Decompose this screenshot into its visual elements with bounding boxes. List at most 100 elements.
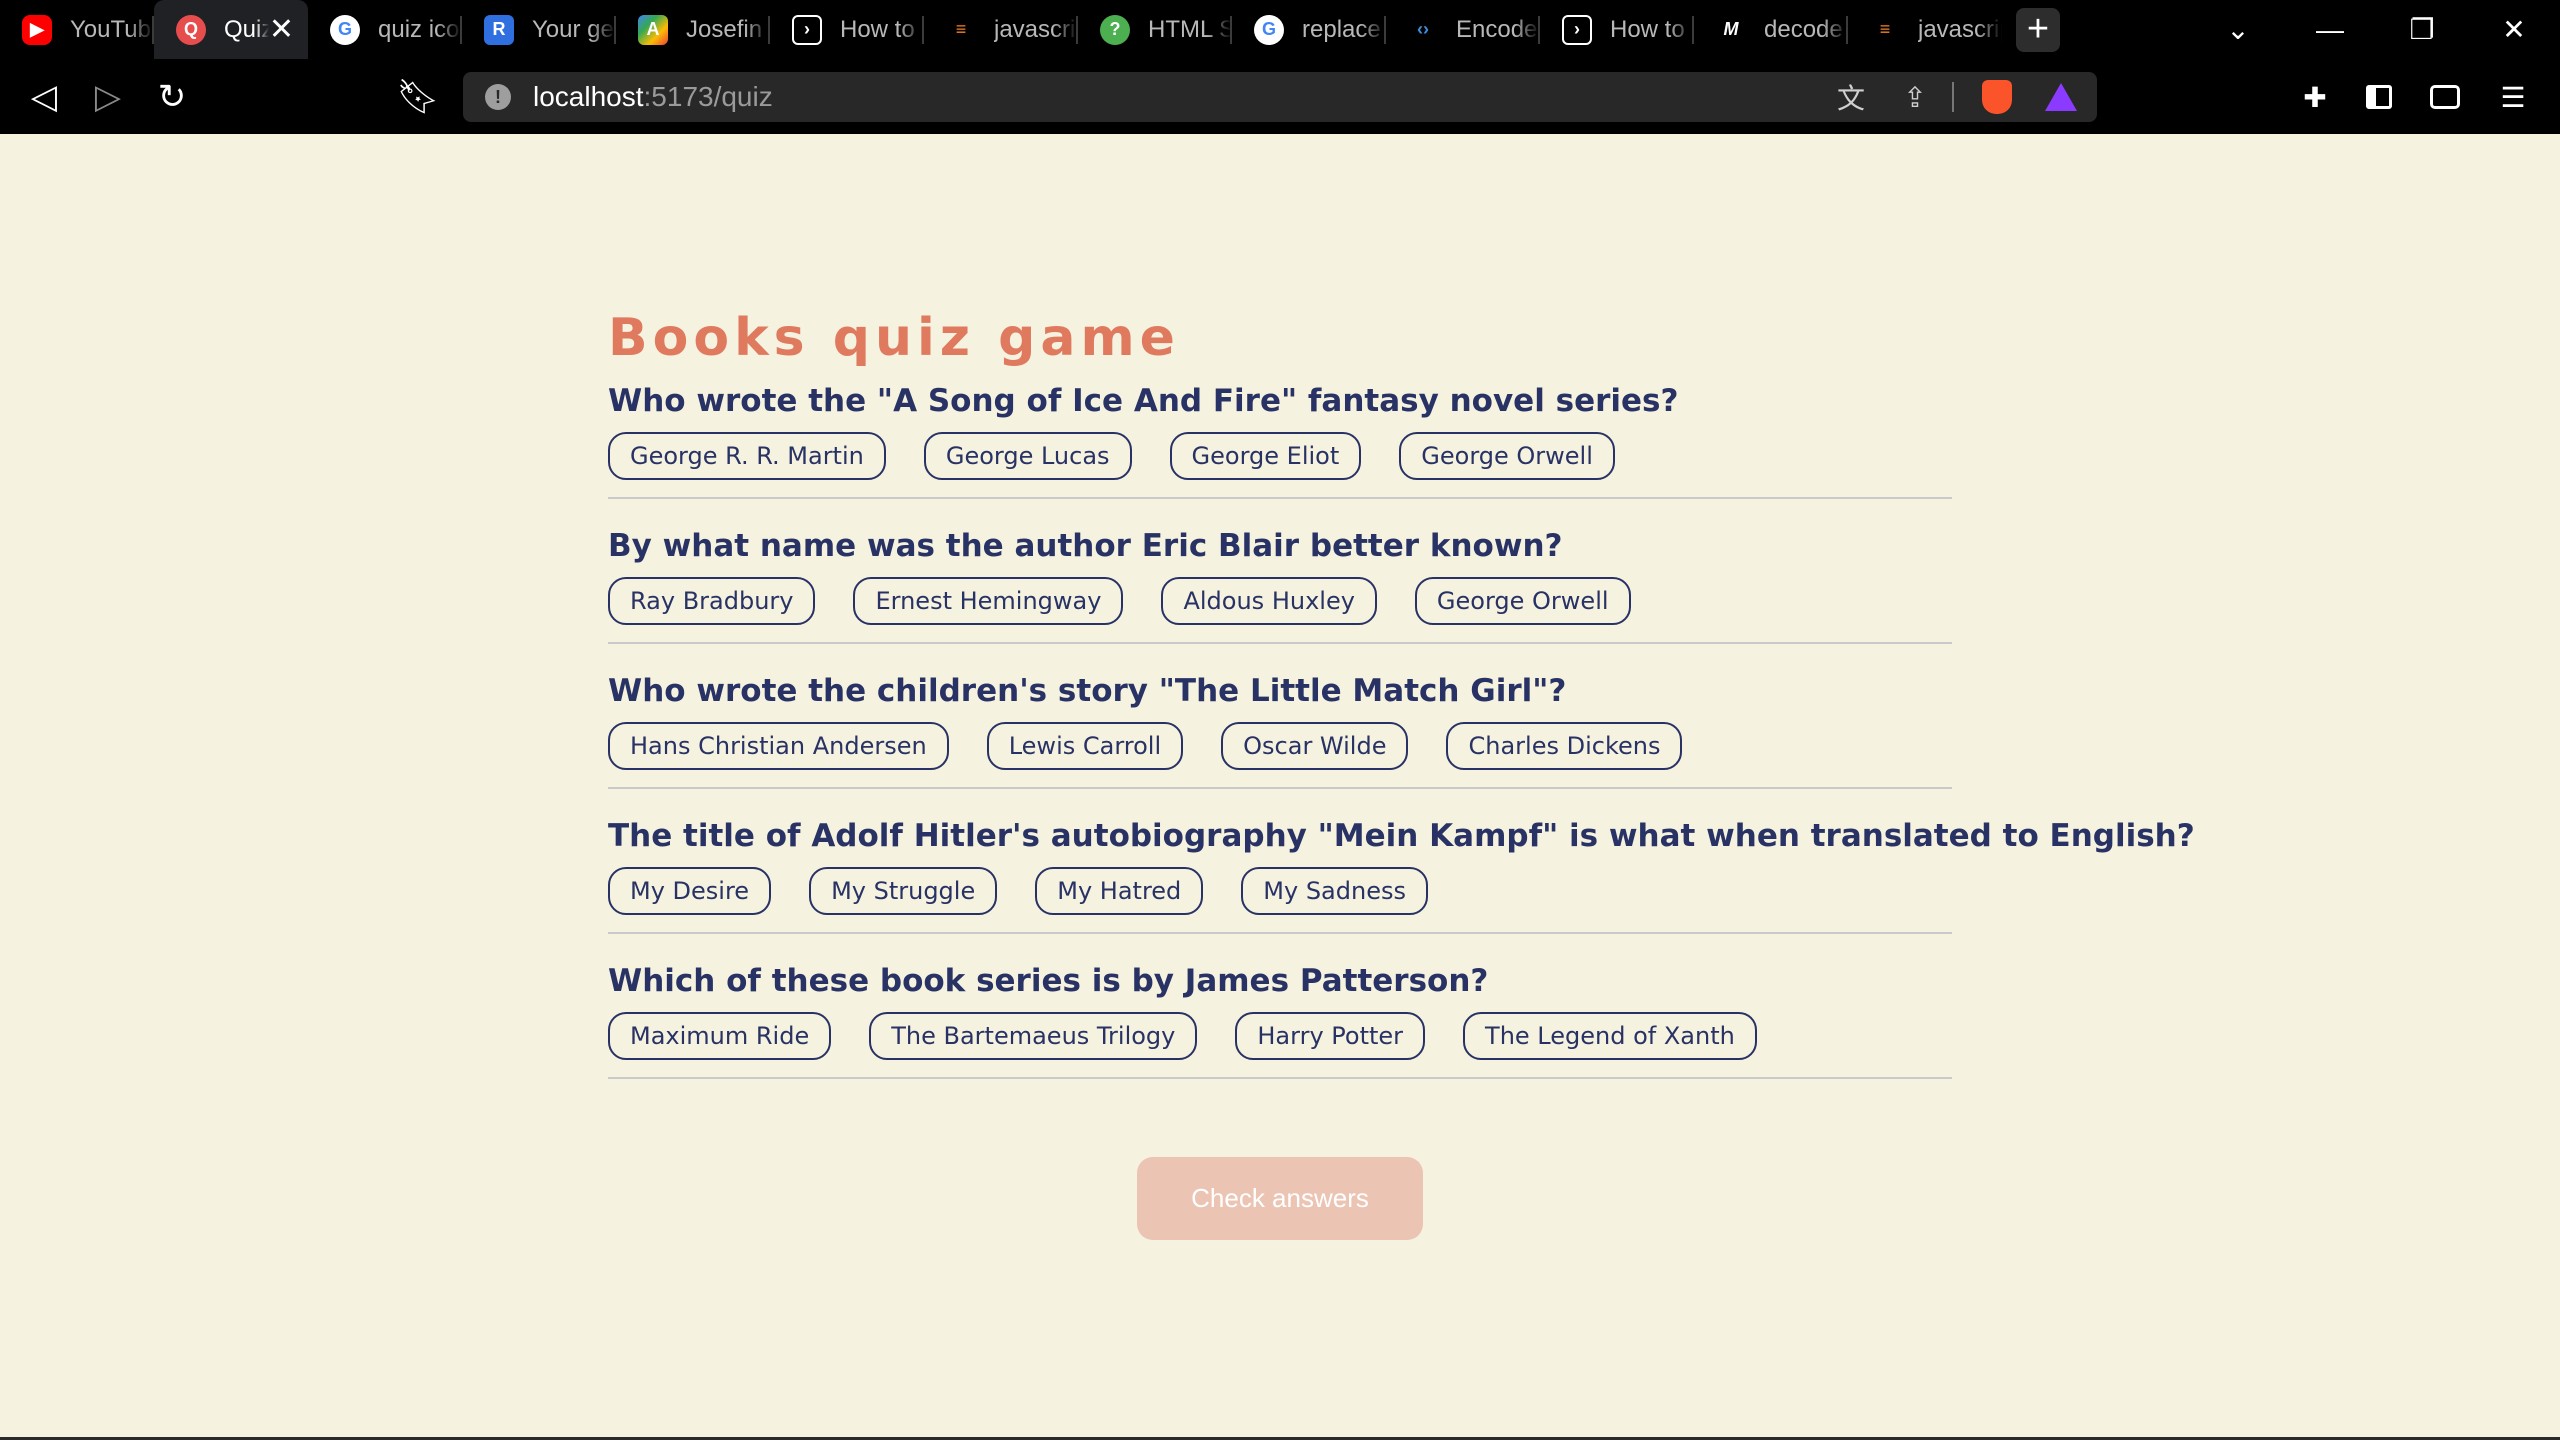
- back-arrow-icon: ◁: [30, 77, 58, 116]
- back-button[interactable]: ◁: [14, 59, 74, 134]
- answer-options: Maximum Ride The Bartemaeus Trilogy Harr…: [608, 1012, 1952, 1060]
- translate-button[interactable]: 文: [1826, 72, 1876, 122]
- question-divider: [608, 787, 1952, 789]
- question-block-1: Who wrote the "A Song of Ice And Fire" f…: [608, 376, 1952, 521]
- tab-how-to-2[interactable]: › How to: [1540, 0, 1694, 59]
- mdn-icon: M: [1723, 19, 1739, 39]
- tab-html-s[interactable]: ? HTML S: [1078, 0, 1232, 59]
- check-answers-button[interactable]: Check answers: [1137, 1157, 1423, 1240]
- rewards-triangle-icon: [2045, 83, 2077, 111]
- quiz-container: Books quiz game Who wrote the "A Song of…: [608, 300, 2195, 1101]
- answer-option[interactable]: Harry Potter: [1235, 1012, 1426, 1060]
- reload-button[interactable]: ↻: [142, 59, 202, 134]
- plus-icon: +: [2026, 8, 2050, 50]
- share-icon: ⇪: [1903, 81, 1927, 113]
- answer-option[interactable]: The Legend of Xanth: [1463, 1012, 1757, 1060]
- answer-option[interactable]: Oscar Wilde: [1221, 722, 1409, 770]
- restore-button[interactable]: ❐: [2376, 0, 2468, 59]
- tab-decode[interactable]: M decode: [1694, 0, 1848, 59]
- question-text: The title of Adolf Hitler's autobiograph…: [608, 818, 2195, 854]
- terminal-icon: ›: [1562, 14, 1592, 45]
- code-icon: ‹›: [1417, 19, 1429, 39]
- minimize-button[interactable]: —: [2284, 0, 2376, 59]
- brave-lion-icon: [1982, 80, 2012, 114]
- tab-strip: ▶ YouTube Q Quiz ✕ G quiz icon R Your ge…: [0, 0, 2560, 59]
- answer-option[interactable]: George Orwell: [1414, 577, 1631, 625]
- close-icon: ✕: [2502, 14, 2526, 45]
- answer-option[interactable]: My Hatred: [1035, 867, 1204, 915]
- google-icon: G: [1254, 14, 1284, 45]
- question-divider: [608, 1077, 1952, 1079]
- answer-option[interactable]: Maximum Ride: [608, 1012, 832, 1060]
- answer-option[interactable]: My Struggle: [809, 867, 998, 915]
- tab-replace[interactable]: G replace: [1232, 0, 1386, 59]
- question-divider: [608, 932, 1952, 934]
- bookmark-button[interactable]: 🔖︎: [388, 59, 448, 134]
- sidebar-button[interactable]: [2354, 72, 2404, 122]
- close-window-button[interactable]: ✕: [2468, 0, 2560, 59]
- new-tab-button[interactable]: +: [2016, 7, 2060, 52]
- hamburger-menu-icon: ☰: [2500, 81, 2526, 113]
- menu-button[interactable]: ☰: [2488, 72, 2538, 122]
- answer-option[interactable]: George R. R. Martin: [608, 432, 886, 480]
- answer-option[interactable]: Ernest Hemingway: [853, 577, 1124, 625]
- question-text: Who wrote the "A Song of Ice And Fire" f…: [608, 383, 1679, 419]
- youtube-icon: ▶: [22, 14, 52, 45]
- terminal-icon: ›: [792, 14, 822, 45]
- reload-icon: ↻: [157, 77, 187, 116]
- r-logo-icon: R: [484, 14, 514, 45]
- answer-option[interactable]: Charles Dickens: [1446, 722, 1683, 770]
- answer-options: Ray Bradbury Ernest Hemingway Aldous Hux…: [608, 577, 1952, 625]
- extensions-button[interactable]: ✚: [2290, 72, 2340, 122]
- close-tab-icon[interactable]: ✕: [269, 12, 294, 47]
- question-block-4: The title of Adolf Hitler's autobiograph…: [608, 811, 2195, 956]
- puzzle-icon: ✚: [2303, 81, 2327, 113]
- tab-encode[interactable]: ‹› Encode: [1386, 0, 1540, 59]
- question-block-2: By what name was the author Eric Blair b…: [608, 521, 1952, 666]
- chevron-down-icon: ⌄: [2226, 14, 2250, 45]
- tab-search-button[interactable]: ⌄: [2192, 0, 2284, 59]
- answer-option[interactable]: My Desire: [608, 867, 772, 915]
- tab-quiz[interactable]: Q Quiz ✕: [154, 0, 308, 59]
- answer-option[interactable]: Hans Christian Andersen: [608, 722, 949, 770]
- bookmark-icon: 🔖︎: [396, 77, 440, 116]
- tab-quiz-icon[interactable]: G quiz icon: [308, 0, 462, 59]
- tab-youtube[interactable]: ▶ YouTube: [0, 0, 154, 59]
- restore-icon: ❐: [2409, 14, 2435, 45]
- wallet-icon: [2430, 85, 2460, 109]
- answer-option[interactable]: The Bartemaeus Trilogy: [869, 1012, 1198, 1060]
- quiz-app-icon: Q: [176, 14, 206, 45]
- answer-option[interactable]: George Orwell: [1399, 432, 1615, 480]
- tab-javascript-2[interactable]: ≡ javascript: [1848, 0, 2002, 59]
- forward-arrow-icon: ▷: [94, 77, 122, 116]
- stackoverflow-icon: ≡: [955, 19, 967, 39]
- wallet-button[interactable]: [2420, 72, 2470, 122]
- forward-button[interactable]: ▷: [78, 59, 138, 134]
- brave-rewards-button[interactable]: [2036, 72, 2086, 122]
- translate-icon: 文: [1836, 83, 1865, 114]
- tab-how-to-1[interactable]: › How to: [770, 0, 924, 59]
- question-text: Who wrote the children's story "The Litt…: [608, 673, 1567, 709]
- answer-option[interactable]: George Lucas: [923, 432, 1132, 480]
- answer-option[interactable]: George Eliot: [1169, 432, 1362, 480]
- brave-shields-button[interactable]: [1972, 72, 2022, 122]
- sidebar-icon: [2366, 85, 2392, 109]
- stackoverflow-icon: ≡: [1879, 19, 1891, 39]
- question-text: By what name was the author Eric Blair b…: [608, 528, 1563, 564]
- url-text[interactable]: localhost:5173/quiz: [533, 81, 773, 113]
- answer-option[interactable]: Ray Bradbury: [608, 577, 816, 625]
- info-icon[interactable]: !: [485, 84, 511, 110]
- tab-your-gen[interactable]: R Your gen: [462, 0, 616, 59]
- tab-javascript-1[interactable]: ≡ javascript: [924, 0, 1078, 59]
- question-block-3: Who wrote the children's story "The Litt…: [608, 666, 1952, 811]
- answer-option[interactable]: My Sadness: [1241, 867, 1428, 915]
- google-icon: G: [330, 14, 360, 45]
- page-title: Books quiz game: [608, 308, 1180, 368]
- question-text: Which of these book series is by James P…: [608, 963, 1489, 999]
- answer-option[interactable]: Lewis Carroll: [986, 722, 1184, 770]
- toolbar-divider: [1950, 72, 1956, 122]
- tab-josefin[interactable]: A Josefin: [616, 0, 770, 59]
- question-divider: [608, 642, 1952, 644]
- answer-option[interactable]: Aldous Huxley: [1161, 577, 1377, 625]
- share-button[interactable]: ⇪: [1890, 72, 1940, 122]
